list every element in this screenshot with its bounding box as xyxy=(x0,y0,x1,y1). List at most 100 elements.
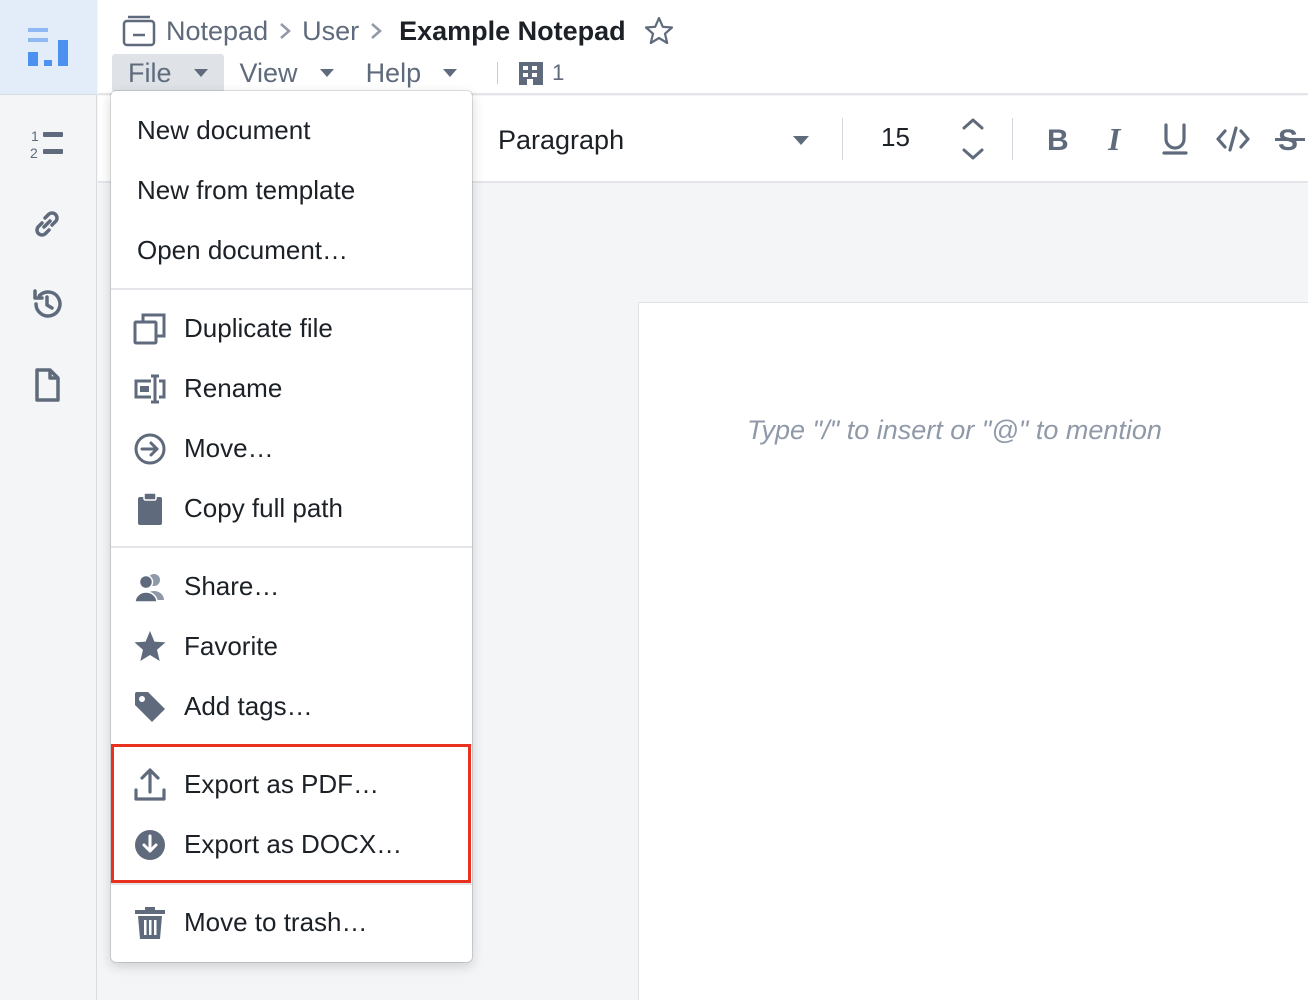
rename-icon xyxy=(133,372,167,406)
menu-item-label: Export as DOCX… xyxy=(184,828,403,859)
outline-button[interactable]: 1 2 xyxy=(18,115,76,173)
code-icon xyxy=(1216,126,1250,152)
view-menu-label: View xyxy=(239,57,298,88)
document-button[interactable] xyxy=(18,356,76,414)
menu-item-copy-full-path[interactable]: Copy full path xyxy=(111,479,472,537)
menu-item-move-to-trash[interactable]: Move to trash… xyxy=(111,893,472,951)
arrow-right-circle-icon xyxy=(133,432,167,466)
menu-item-new-from-template[interactable]: New from template xyxy=(111,161,472,219)
menu-item-label: New document xyxy=(137,114,311,145)
code-button[interactable] xyxy=(1213,118,1253,160)
toolbar-divider xyxy=(1012,118,1013,160)
menubar-divider xyxy=(497,62,499,84)
organization-count: 1 xyxy=(552,60,565,85)
menubar: File View Help 1 xyxy=(112,53,564,93)
people-icon xyxy=(133,570,167,604)
menu-item-move[interactable]: Move… xyxy=(111,419,472,477)
file-menu-label: File xyxy=(128,57,172,88)
document-icon xyxy=(35,368,60,402)
font-size-stepper[interactable] xyxy=(958,116,988,164)
menu-item-label: Add tags… xyxy=(184,690,313,721)
bold-button[interactable]: B xyxy=(1038,118,1078,160)
favorite-star-button[interactable] xyxy=(644,16,674,46)
svg-text:1: 1 xyxy=(31,128,39,144)
file-menu-button[interactable]: File xyxy=(112,54,224,92)
menu-item-export-docx[interactable]: Export as DOCX… xyxy=(111,815,472,873)
help-menu-label: Help xyxy=(365,57,422,88)
italic-icon: I xyxy=(1107,124,1122,154)
star-outline-icon xyxy=(644,16,673,45)
menu-item-rename[interactable]: Rename xyxy=(111,359,472,417)
bold-icon: B xyxy=(1047,124,1069,154)
chevron-right-icon xyxy=(369,21,383,41)
left-rail: 1 2 xyxy=(0,0,97,1000)
building-icon xyxy=(519,62,544,85)
paragraph-style-select[interactable]: Paragraph xyxy=(498,120,624,160)
menu-item-open-document[interactable]: Open document… xyxy=(111,221,472,279)
font-size-input[interactable]: 15 xyxy=(881,122,910,153)
file-menu-dropdown: New document New from template Open docu… xyxy=(111,91,472,962)
clipboard-icon xyxy=(133,492,167,526)
numbered-list-icon: 1 2 xyxy=(30,128,63,161)
svg-text:2: 2 xyxy=(30,145,38,161)
chevron-right-icon xyxy=(278,21,292,41)
menu-item-duplicate-file[interactable]: Duplicate file xyxy=(111,299,472,357)
menu-item-add-tags[interactable]: Add tags… xyxy=(111,677,472,735)
view-menu-button[interactable]: View xyxy=(224,54,350,92)
app-logo-button[interactable] xyxy=(0,0,97,95)
menu-item-label: New from template xyxy=(137,174,356,205)
menu-divider xyxy=(111,744,472,746)
menu-item-new-document[interactable]: New document xyxy=(111,101,472,159)
notepad-app-icon xyxy=(122,15,156,47)
links-button[interactable] xyxy=(18,195,76,253)
star-icon xyxy=(133,630,167,664)
strikethrough-button[interactable]: S xyxy=(1270,118,1308,160)
menu-item-export-pdf[interactable]: Export as PDF… xyxy=(111,755,472,813)
menu-divider xyxy=(111,288,472,290)
history-icon xyxy=(33,289,62,318)
breadcrumb: Notepad User Example Notepad xyxy=(122,12,674,50)
strikethrough-icon: S xyxy=(1275,124,1305,155)
menu-item-favorite[interactable]: Favorite xyxy=(111,617,472,675)
menu-item-label: Favorite xyxy=(184,630,278,661)
menu-item-label: Rename xyxy=(184,372,283,403)
caret-down-icon[interactable] xyxy=(793,136,809,145)
breadcrumb-notepad[interactable]: Notepad xyxy=(166,16,268,47)
chevron-up-down-icon xyxy=(962,118,984,160)
menu-item-label: Move… xyxy=(184,432,274,463)
menu-item-label: Copy full path xyxy=(184,492,343,523)
document-page[interactable]: Type "/" to insert or "@" to mention xyxy=(638,302,1308,1000)
breadcrumb-user[interactable]: User xyxy=(302,16,359,47)
page-title[interactable]: Example Notepad xyxy=(399,16,626,47)
help-menu-button[interactable]: Help xyxy=(350,54,474,92)
organization-button[interactable]: 1 xyxy=(518,60,564,86)
menu-divider xyxy=(111,883,472,885)
app-root: 1 2 Notepad User Example Notepad File Vi… xyxy=(0,0,1308,1000)
history-button[interactable] xyxy=(18,275,76,333)
caret-down-icon xyxy=(193,69,208,77)
link-icon xyxy=(35,211,59,237)
caret-down-icon xyxy=(443,69,458,77)
underline-button[interactable] xyxy=(1155,118,1195,160)
menu-item-label: Duplicate file xyxy=(184,312,333,343)
menu-item-label: Export as PDF… xyxy=(184,768,380,799)
upload-icon xyxy=(133,768,167,802)
toolbar-divider xyxy=(842,118,843,160)
paragraph-style-value: Paragraph xyxy=(498,124,625,155)
bar-chart-logo-icon xyxy=(27,28,68,66)
italic-button[interactable]: I xyxy=(1096,118,1136,160)
svg-text:B: B xyxy=(1047,124,1069,154)
svg-text:I: I xyxy=(1107,124,1122,154)
duplicate-icon xyxy=(133,312,167,346)
menu-divider xyxy=(111,546,472,548)
underline-icon xyxy=(1162,123,1188,155)
menu-item-label: Open document… xyxy=(137,234,349,265)
tag-icon xyxy=(133,690,167,724)
editor-placeholder: Type "/" to insert or "@" to mention xyxy=(747,415,1162,445)
menu-item-label: Move to trash… xyxy=(184,906,368,937)
download-circle-icon xyxy=(133,828,167,862)
header: Notepad User Example Notepad File View H… xyxy=(98,0,1308,95)
menu-item-share[interactable]: Share… xyxy=(111,557,472,615)
menu-item-label: Share… xyxy=(184,570,280,601)
caret-down-icon xyxy=(319,69,334,77)
